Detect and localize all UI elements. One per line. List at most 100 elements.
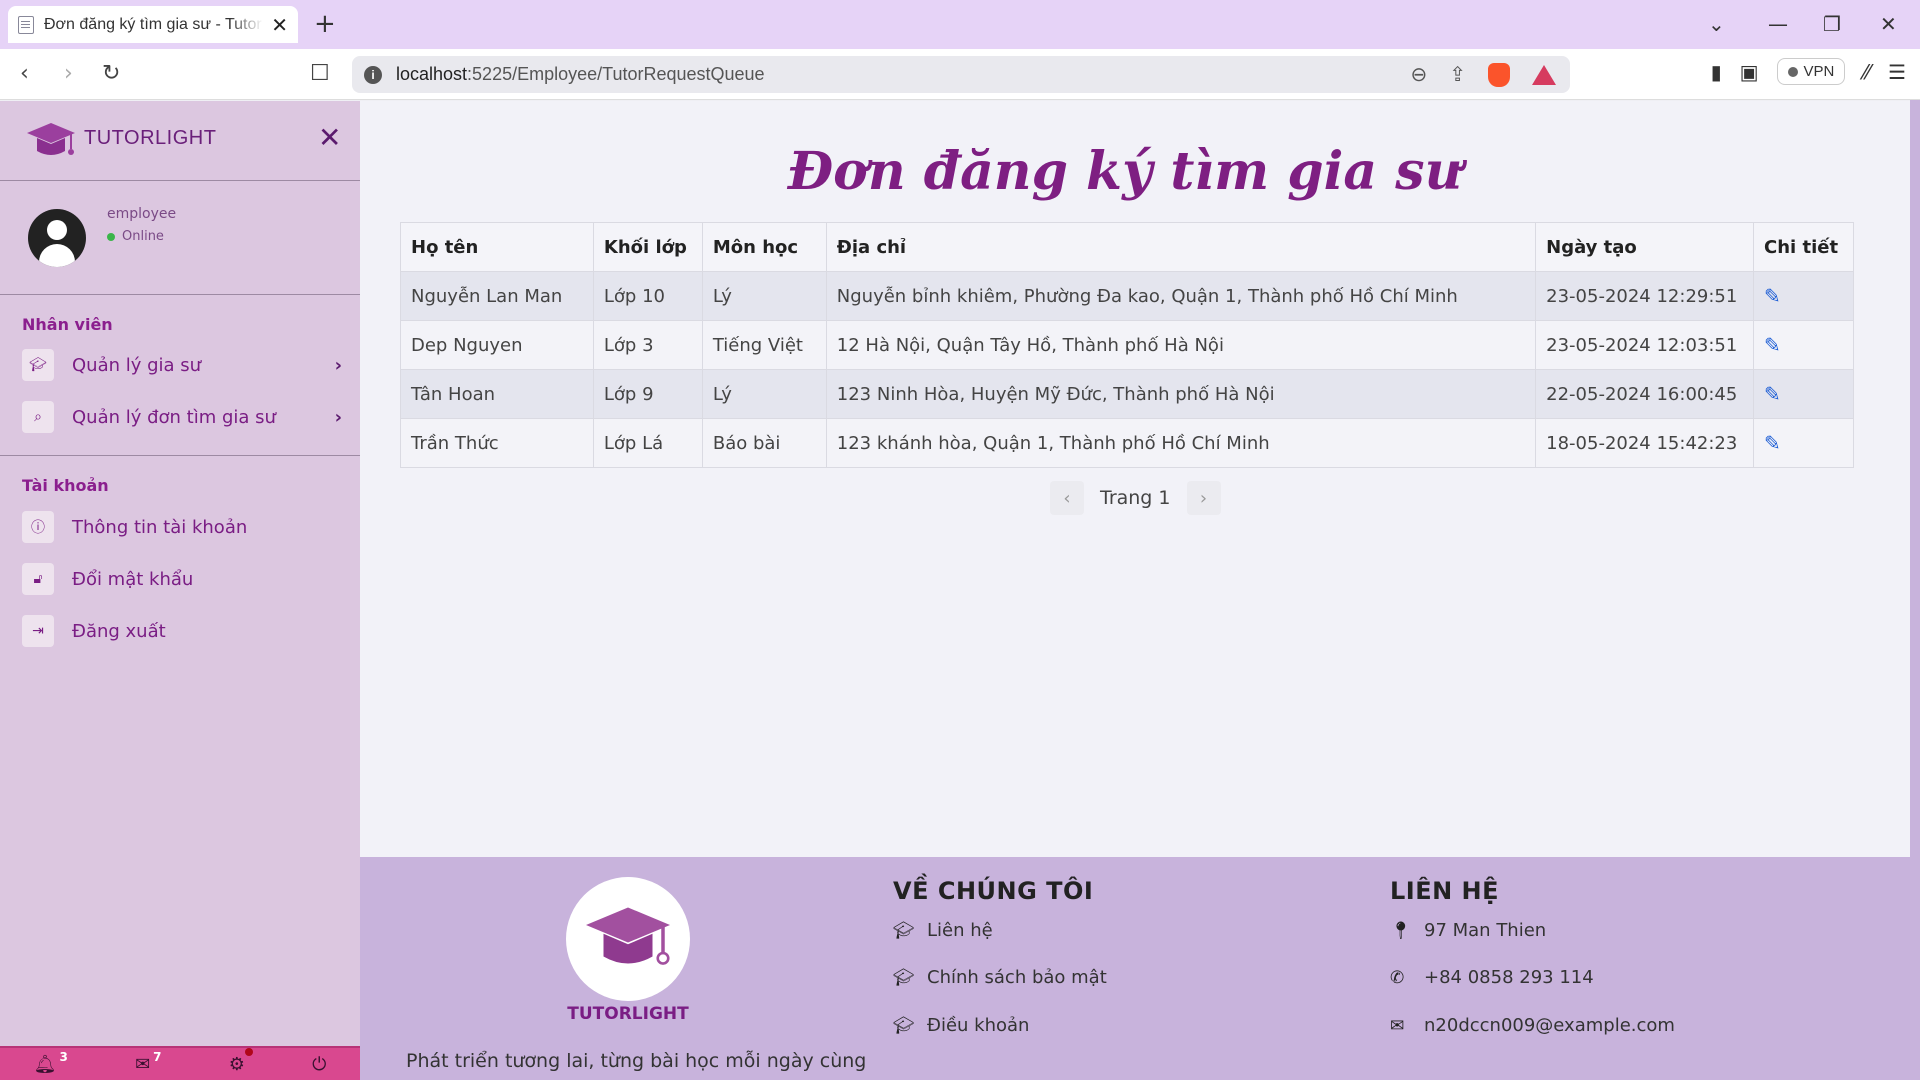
new-tab-button[interactable]: + <box>314 10 336 38</box>
bookmark-icon[interactable]: ☐ <box>310 61 330 87</box>
email-text: n20dccn009@example.com <box>1424 1015 1675 1036</box>
gear-icon: ⚙ <box>228 1053 245 1075</box>
zoom-icon[interactable]: ⊖ <box>1410 62 1427 87</box>
footer-link-label: Điều khoản <box>927 1015 1030 1036</box>
sidebar-item-logout[interactable]: ⇥ Đăng xuất <box>22 610 352 652</box>
site-info-icon[interactable]: i <box>364 65 382 84</box>
notifications-button[interactable]: 🔔︎ 3 <box>34 1050 68 1075</box>
cell-subject: Lý <box>701 271 827 321</box>
tab-list-chevron-icon[interactable]: ⌄ <box>1708 12 1725 36</box>
next-page-button[interactable]: › <box>1186 481 1221 515</box>
sidebar-item-label: Quản lý đơn tìm gia sư <box>72 406 276 428</box>
envelope-icon: ✉ <box>1390 1015 1405 1036</box>
table-row: Dep Nguyen Lớp 3 Tiếng Việt 12 Hà Nội, Q… <box>400 320 1854 370</box>
reload-icon[interactable]: ↻ <box>102 61 120 87</box>
vpn-label: VPN <box>1803 63 1835 80</box>
notification-count: 3 <box>59 1050 68 1064</box>
user-name: employee <box>107 206 177 222</box>
cell-detail: ✎ <box>1753 369 1854 419</box>
sidebar-item-change-password[interactable]: 🔓︎ Đổi mật khẩu <box>22 558 352 600</box>
contact-heading: LIÊN HỆ <box>1390 877 1500 905</box>
cell-detail: ✎ <box>1753 320 1854 370</box>
sidebar-item-manage-requests[interactable]: ⌕ Quản lý đơn tìm gia sư › <box>22 396 352 438</box>
restore-icon[interactable]: ❐ <box>1823 12 1841 36</box>
cell-created: 22-05-2024 16:00:45 <box>1535 369 1755 419</box>
cell-detail: ✎ <box>1753 418 1854 468</box>
graduation-cap-icon: 🎓︎ <box>893 920 915 941</box>
browser-tab-bar: Đơn đăng ký tìm gia sư - TutorLight ✕ + … <box>0 0 1920 49</box>
user-status: Online <box>107 229 164 244</box>
browser-nav-bar: ‹ › ↻ ☐ i localhost :5225/Employee/Tutor… <box>0 49 1920 100</box>
back-icon[interactable]: ‹ <box>20 61 29 87</box>
phone-text: +84 0858 293 114 <box>1424 967 1594 988</box>
settings-alert-dot <box>244 1047 253 1056</box>
address-bar[interactable]: i localhost :5225/Employee/TutorRequestQ… <box>352 56 1570 93</box>
footer-logo <box>566 877 690 1001</box>
cell-created: 23-05-2024 12:29:51 <box>1535 271 1755 321</box>
edit-icon[interactable]: ✎ <box>1764 333 1781 357</box>
cell-address: 123 Ninh Hòa, Huyện Mỹ Đức, Thành phố Hà… <box>825 369 1537 419</box>
footer-link-label: Chính sách bảo mật <box>927 967 1107 988</box>
sidebar-item-manage-tutors[interactable]: 🎓︎ Quản lý gia sư › <box>22 344 352 386</box>
messages-button[interactable]: ✉ 7 <box>135 1050 161 1075</box>
page-right-edge <box>1910 100 1920 1080</box>
cell-grade: Lớp 10 <box>592 271 703 321</box>
vpn-button[interactable]: VPN <box>1776 58 1846 85</box>
forward-icon[interactable]: › <box>64 61 73 87</box>
sidebar-divider <box>0 455 360 456</box>
envelope-icon: ✉ <box>135 1053 151 1075</box>
footer-email[interactable]: ✉ n20dccn009@example.com <box>1390 1015 1675 1036</box>
column-header: Họ tên <box>400 222 594 272</box>
brand-name: TUTORLIGHT <box>84 127 217 149</box>
cell-created: 23-05-2024 12:03:51 <box>1535 320 1755 370</box>
footer-tagline: Phát triển tương lai, từng bài học mỗi n… <box>406 1050 867 1072</box>
url-host: localhost <box>396 64 468 84</box>
map-marker-icon: 📍︎ <box>1390 920 1412 941</box>
minimize-icon[interactable]: — <box>1768 12 1788 36</box>
brave-rewards-icon[interactable] <box>1532 64 1556 85</box>
section-account: Tài khoản <box>22 476 109 495</box>
page-label: Trang 1 <box>1100 487 1171 509</box>
message-count: 7 <box>153 1050 162 1064</box>
column-header: Chi tiết <box>1753 222 1854 272</box>
user-panel: employee Online <box>0 181 360 295</box>
table-row: Tân Hoan Lớp 9 Lý 123 Ninh Hòa, Huyện Mỹ… <box>400 369 1854 419</box>
prev-page-button[interactable]: ‹ <box>1050 481 1084 515</box>
footer-link-contact[interactable]: 🎓︎ Liên hệ <box>893 920 993 941</box>
column-header: Khối lớp <box>592 222 703 272</box>
menu-icon[interactable]: ☰ <box>1888 60 1906 84</box>
request-table: Họ tên Khối lớp Môn học Địa chỉ Ngày tạo… <box>400 222 1854 468</box>
sidebar-item-account-info[interactable]: ⓘ Thông tin tài khoản <box>22 506 352 548</box>
status-label: Online <box>122 229 164 244</box>
cell-address: 12 Hà Nội, Quận Tây Hồ, Thành phố Hà Nội <box>825 320 1537 370</box>
sidebar-close-icon[interactable]: ✕ <box>318 121 341 154</box>
cell-grade: Lớp 3 <box>592 320 703 370</box>
edit-icon[interactable]: ✎ <box>1764 284 1781 308</box>
cell-name: Tân Hoan <box>400 369 594 419</box>
edit-icon[interactable]: ✎ <box>1764 431 1781 455</box>
edit-icon[interactable]: ✎ <box>1764 382 1781 406</box>
window-close-icon[interactable]: ✕ <box>1880 12 1897 36</box>
sidebar-footer: 🔔︎ 3 ✉ 7 ⚙ ⏻ <box>0 1046 360 1080</box>
sidebar-brand: TUTORLIGHT ✕ <box>0 101 360 181</box>
share-icon[interactable]: ⇪ <box>1449 62 1466 87</box>
cell-created: 18-05-2024 15:42:23 <box>1535 418 1755 468</box>
brave-shields-icon[interactable] <box>1488 62 1510 87</box>
footer-link-privacy[interactable]: 🎓︎ Chính sách bảo mật <box>893 967 1107 988</box>
cell-subject: Báo bài <box>701 418 827 468</box>
info-icon: ⓘ <box>22 511 54 543</box>
page-title: Đơn đăng ký tìm gia sư <box>787 141 1463 202</box>
tab-close-icon[interactable]: ✕ <box>271 13 288 37</box>
sign-out-icon: ⇥ <box>22 615 54 647</box>
settings-button[interactable]: ⚙ <box>228 1047 253 1075</box>
wallet-icon[interactable]: ▣ <box>1740 60 1759 84</box>
leo-icon[interactable]: ⁄⁄ <box>1863 60 1870 84</box>
footer-link-terms[interactable]: 🎓︎ Điều khoản <box>893 1015 1029 1036</box>
power-button[interactable]: ⏻ <box>312 1054 326 1075</box>
sidebar-toggle-icon[interactable]: ▮ <box>1711 60 1722 84</box>
cell-name: Nguyễn Lan Man <box>400 271 594 321</box>
cell-detail: ✎ <box>1753 271 1854 321</box>
sidebar-item-label: Đăng xuất <box>72 620 166 642</box>
table-row: Trần Thức Lớp Lá Báo bài 123 khánh hòa, … <box>400 418 1854 468</box>
browser-tab[interactable]: Đơn đăng ký tìm gia sư - TutorLight ✕ <box>8 6 298 43</box>
